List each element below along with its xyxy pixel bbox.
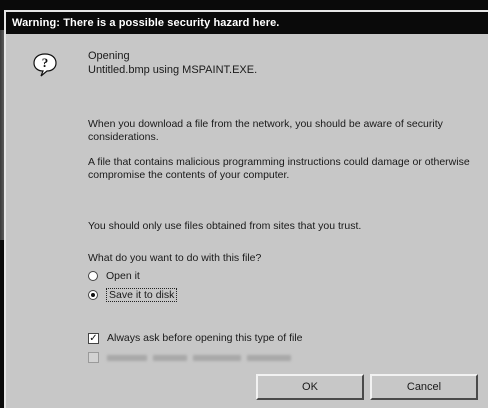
always-ask-checkbox[interactable]: ✓ <box>88 332 99 344</box>
message-paragraph-3: You should only use files obtained from … <box>88 220 362 232</box>
action-question: What do you want to do with this file? <box>88 252 262 264</box>
disabled-checkbox <box>88 352 99 363</box>
window-title: Warning: There is a possible security ha… <box>12 17 280 29</box>
opening-file: Untitled.bmp using MSPAINT.EXE. <box>88 64 258 76</box>
open-it-label: Open it <box>106 270 140 282</box>
title-bar[interactable]: Warning: There is a possible security ha… <box>6 12 488 34</box>
open-it-option[interactable]: Open it <box>88 270 140 282</box>
security-warning-dialog: Warning: There is a possible security ha… <box>4 10 488 408</box>
screen: Warning: There is a possible security ha… <box>0 0 488 408</box>
ok-button[interactable]: OK <box>256 374 364 400</box>
always-ask-label: Always ask before opening this type of f… <box>107 332 303 344</box>
disabled-option <box>88 352 293 363</box>
opening-label: Opening <box>88 50 130 62</box>
open-it-radio[interactable] <box>88 271 98 281</box>
question-icon: ? <box>33 53 57 77</box>
save-to-disk-label: Save it to disk <box>106 288 178 302</box>
svg-text:?: ? <box>42 55 49 70</box>
message-paragraph-1: When you download a file from the networ… <box>88 118 443 143</box>
save-to-disk-option[interactable]: Save it to disk <box>88 288 178 302</box>
message-paragraph-2: A file that contains malicious programmi… <box>88 156 470 181</box>
always-ask-option[interactable]: ✓ Always ask before opening this type of… <box>88 332 303 344</box>
cancel-button[interactable]: Cancel <box>370 374 478 400</box>
disabled-option-label <box>107 354 291 361</box>
save-to-disk-radio[interactable] <box>88 290 98 300</box>
